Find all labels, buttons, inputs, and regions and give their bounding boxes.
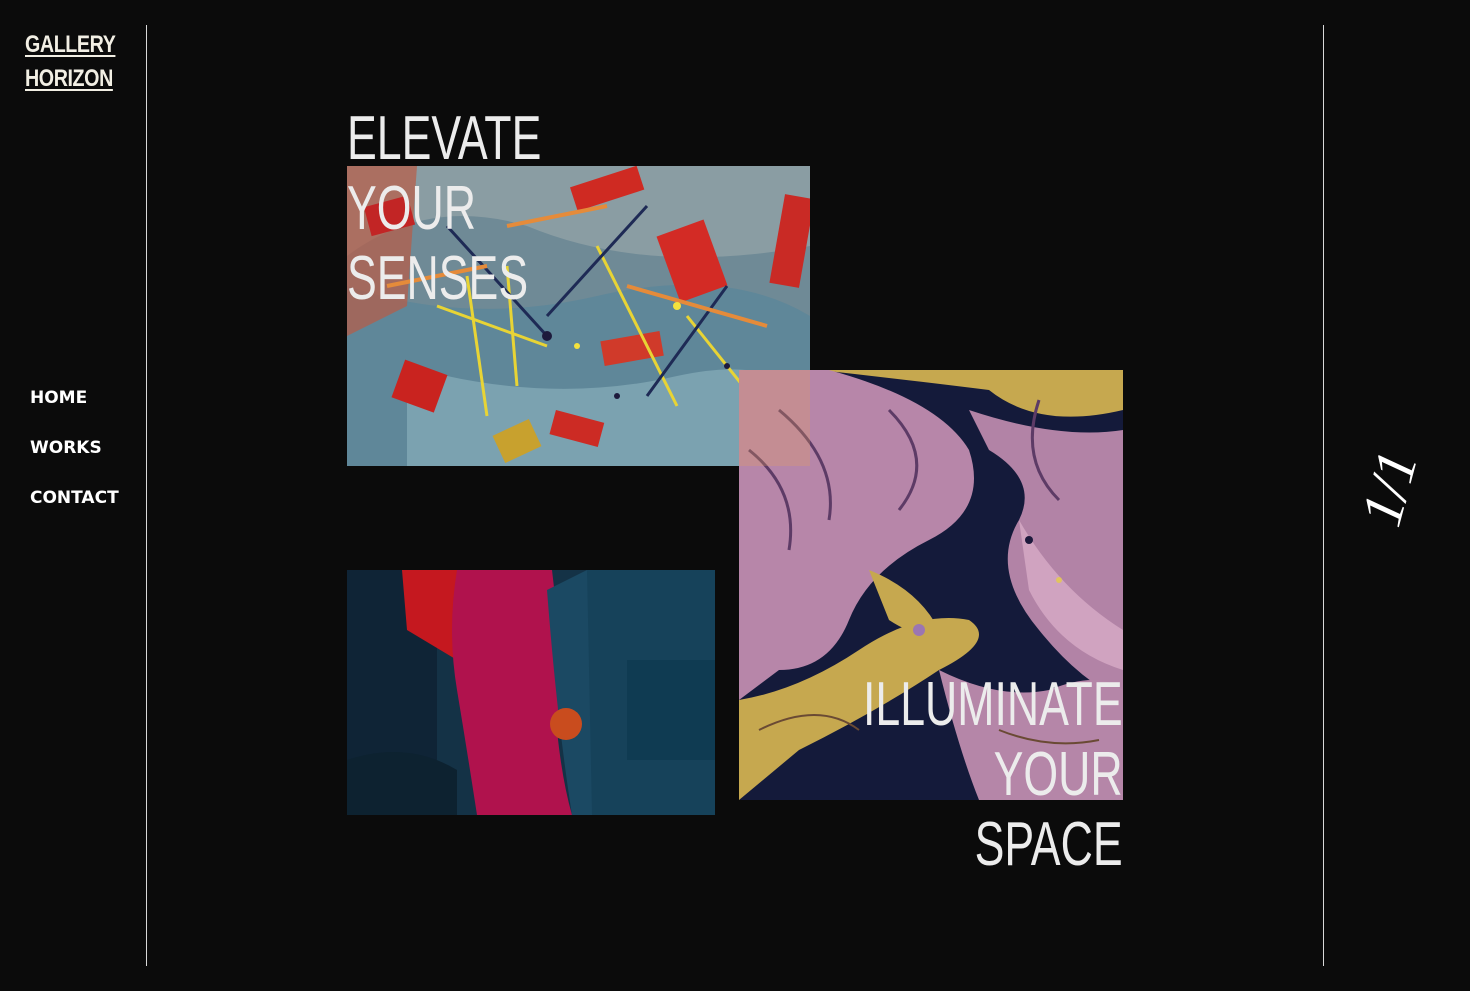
site-logo[interactable]: GALLERY HORIZON <box>25 28 116 96</box>
logo-line-2: HORIZON <box>25 65 113 92</box>
headline-2-line-3: SPACE <box>974 810 1123 879</box>
slide-counter: 1/1 <box>1348 430 1440 550</box>
slide-counter-text: 1/1 <box>1350 444 1430 532</box>
left-divider <box>146 25 147 966</box>
nav-item-works[interactable]: WORKS <box>30 436 119 486</box>
nav-item-contact[interactable]: CONTACT <box>30 486 119 536</box>
headline-1-line-3: SENSES <box>347 244 529 313</box>
right-divider <box>1323 25 1324 966</box>
artwork-magenta-stroke[interactable] <box>347 570 715 815</box>
page: GALLERY HORIZON HOME WORKS CONTACT ELEVA… <box>0 0 1470 991</box>
headline-elevate: ELEVATE YOUR SENSES <box>347 104 541 314</box>
overlap-tint <box>739 370 810 466</box>
main-nav: HOME WORKS CONTACT <box>30 386 119 536</box>
nav-item-home[interactable]: HOME <box>30 386 119 436</box>
headline-illuminate: ILLUMINATE YOUR SPACE <box>863 670 1123 880</box>
headline-2-line-1: ILLUMINATE <box>863 670 1123 739</box>
logo-line-1: GALLERY <box>25 31 116 58</box>
headline-1-line-1: ELEVATE <box>347 104 542 173</box>
slide-counter-glyph: 1/1 <box>1348 444 1430 532</box>
headline-2-line-2: YOUR <box>994 740 1123 809</box>
headline-1-line-2: YOUR <box>347 174 476 243</box>
